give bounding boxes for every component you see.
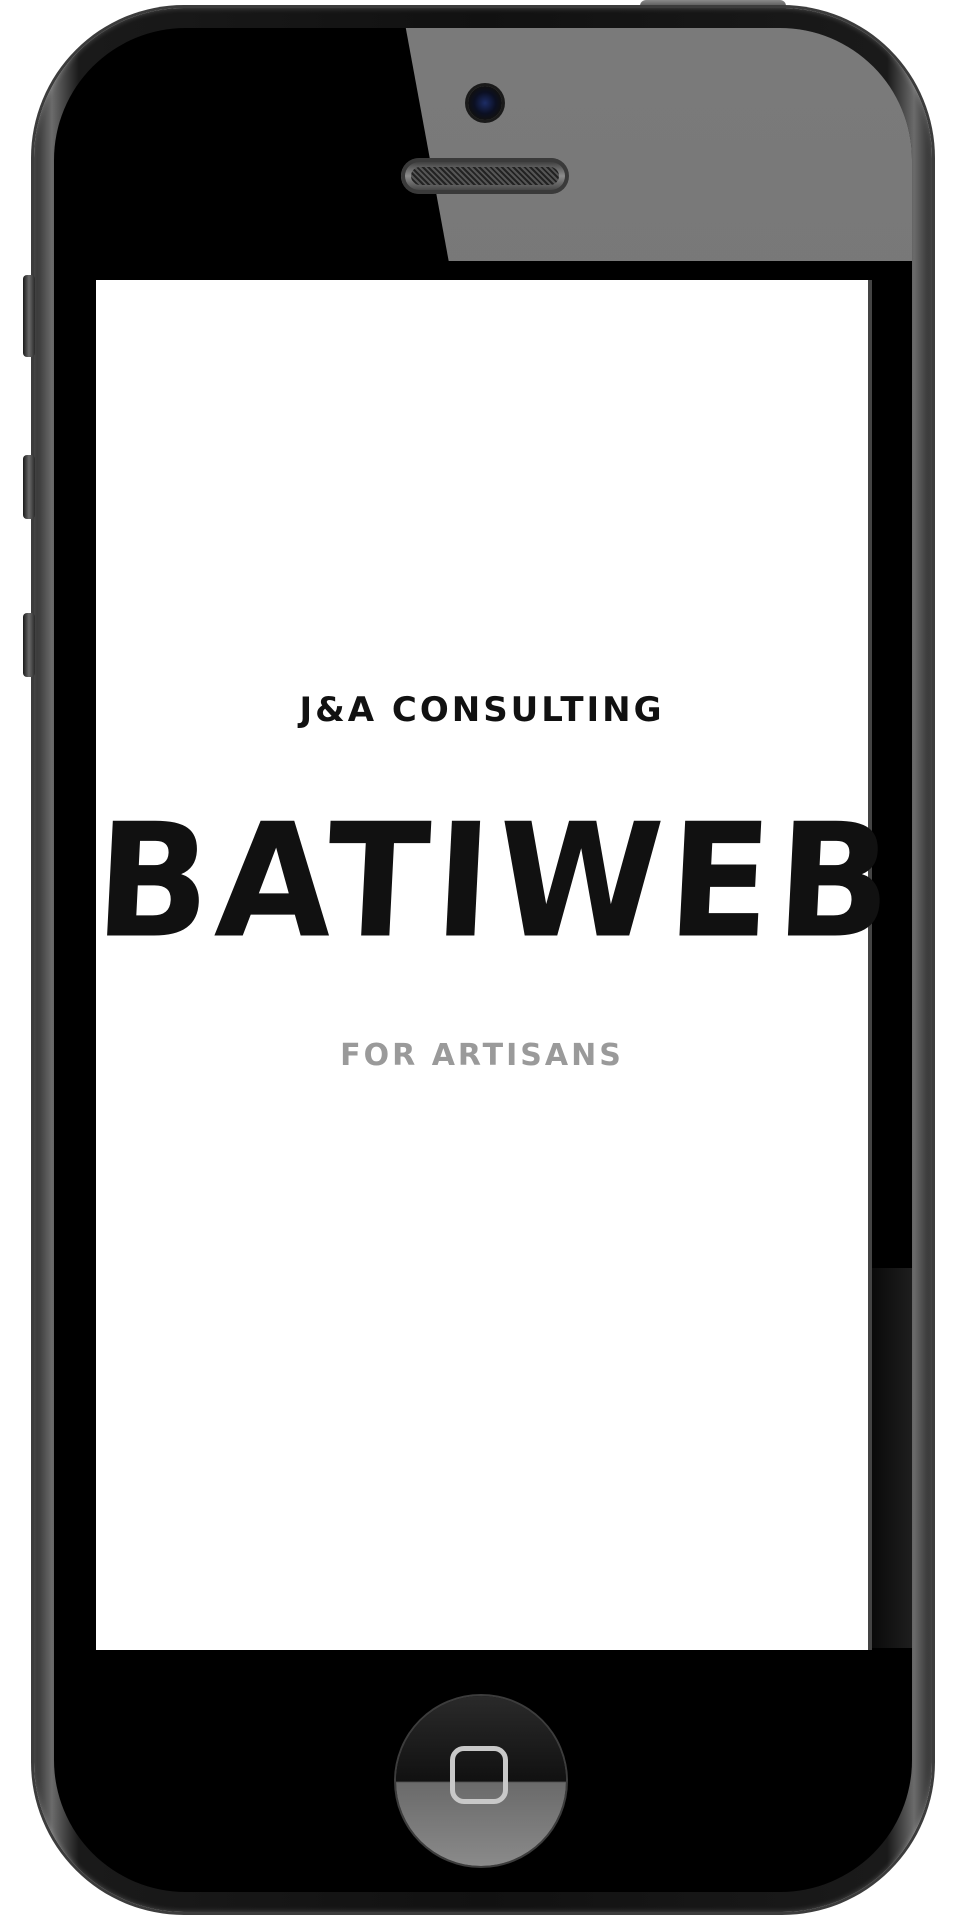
home-button[interactable]	[396, 1696, 566, 1866]
device-mockup: J&A CONSULTING BATIWEB FOR ARTISANS	[0, 0, 960, 1920]
company-name: J&A CONSULTING	[299, 690, 665, 730]
volume-down-button	[23, 613, 35, 677]
volume-up-button	[23, 455, 35, 519]
app-screen: J&A CONSULTING BATIWEB FOR ARTISANS	[91, 280, 902, 1650]
front-camera-icon	[468, 86, 502, 120]
earpiece-speaker-icon	[401, 158, 569, 194]
brand-logo-title: BATIWEB	[91, 790, 902, 974]
home-square-icon	[450, 1746, 508, 1804]
tagline: FOR ARTISANS	[340, 1038, 624, 1073]
mute-switch	[23, 275, 35, 357]
